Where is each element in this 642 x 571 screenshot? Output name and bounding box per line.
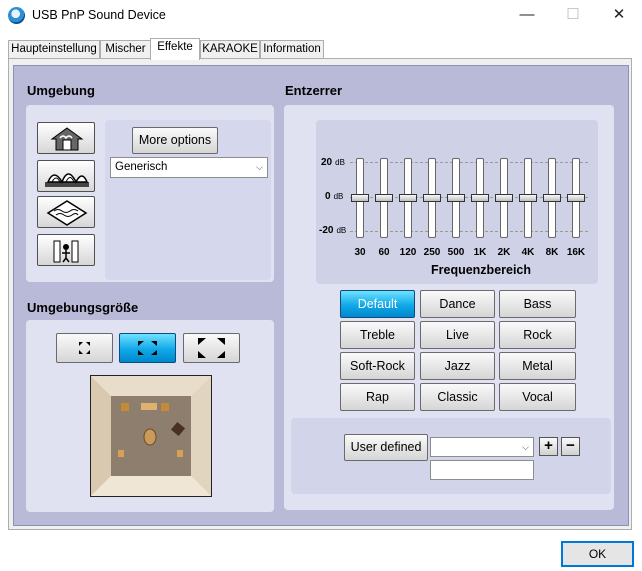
eq-slider-4K[interactable] [519, 158, 537, 238]
slider-thumb[interactable] [423, 194, 441, 202]
preset-name-field[interactable] [430, 460, 534, 480]
tab-karaoke[interactable]: KARAOKE [200, 40, 260, 59]
preset-treble-button[interactable]: Treble [340, 321, 415, 349]
slider-thumb[interactable] [567, 194, 585, 202]
room-size-medium-button[interactable] [119, 333, 176, 363]
slider-thumb[interactable] [543, 194, 561, 202]
arrows-inward-small-icon [79, 342, 90, 354]
eq-slider-250[interactable] [423, 158, 441, 238]
preset-rap-button[interactable]: Rap [340, 383, 415, 411]
preset-classic-button[interactable]: Classic [420, 383, 495, 411]
minimize-button[interactable]: — [504, 0, 550, 30]
eq-slider-500[interactable] [447, 158, 465, 238]
preset-soft-rock-button[interactable]: Soft-Rock [340, 352, 415, 380]
equalizer-title: Entzerrer [285, 83, 343, 98]
db-max-label: 20 dB [321, 157, 345, 168]
room-size-large-button[interactable] [183, 333, 240, 363]
ok-button[interactable]: OK [561, 541, 634, 567]
chevron-down-icon: ⌵ [256, 162, 263, 172]
slider-thumb[interactable] [375, 194, 393, 202]
preset-dance-button[interactable]: Dance [420, 290, 495, 318]
arrows-inward-medium-icon [138, 341, 157, 355]
user-defined-button[interactable]: User defined [344, 434, 428, 461]
arrows-inward-large-icon [198, 338, 225, 358]
tab-effekte[interactable]: Effekte [150, 38, 200, 60]
close-button[interactable]: ✕ [596, 0, 642, 30]
maximize-button[interactable]: ☐ [550, 0, 596, 30]
room-preview [90, 375, 212, 497]
room-size-small-button[interactable] [56, 333, 113, 363]
env-concert-hall-button[interactable] [37, 160, 95, 192]
eq-slider-30[interactable] [351, 158, 369, 238]
slider-thumb[interactable] [447, 194, 465, 202]
remove-preset-button[interactable]: − [561, 437, 580, 456]
add-preset-button[interactable]: + [539, 437, 558, 456]
environment-size-title: Umgebungsgröße [27, 300, 139, 315]
slider-thumb[interactable] [519, 194, 537, 202]
more-options-button[interactable]: More options [132, 127, 218, 154]
freq-label-16K: 16K [566, 247, 586, 258]
eq-slider-120[interactable] [399, 158, 417, 238]
db-min-label: -20 dB [319, 225, 347, 236]
house-icon [50, 127, 84, 151]
eq-slider-16K[interactable] [567, 158, 585, 238]
slider-thumb[interactable] [351, 194, 369, 202]
env-house-button[interactable] [37, 122, 95, 154]
slider-thumb[interactable] [495, 194, 513, 202]
room-preview-icon [91, 376, 211, 496]
db-zero-label: 0 dB [325, 191, 344, 202]
chevron-down-icon: ⌵ [522, 442, 529, 452]
speaker-app-icon [8, 7, 25, 24]
title-bar: USB PnP Sound Device — ☐ ✕ [0, 0, 642, 32]
preset-rock-button[interactable]: Rock [499, 321, 576, 349]
tab-haupteinstellung[interactable]: Haupteinstellung [8, 40, 100, 59]
sewer-pipe-icon [53, 240, 79, 263]
eq-slider-1K[interactable] [471, 158, 489, 238]
concert-hall-icon [45, 173, 89, 187]
window-title: USB PnP Sound Device [32, 8, 166, 22]
preset-metal-button[interactable]: Metal [499, 352, 576, 380]
eq-slider-2K[interactable] [495, 158, 513, 238]
eq-slider-60[interactable] [375, 158, 393, 238]
slider-thumb[interactable] [471, 194, 489, 202]
env-underwater-button[interactable] [37, 196, 95, 228]
tab-information[interactable]: Information [260, 40, 324, 59]
environment-preset-value: Generisch [115, 161, 168, 173]
preset-bass-button[interactable]: Bass [499, 290, 576, 318]
underwater-icon [46, 200, 88, 226]
user-preset-select[interactable]: ⌵ [430, 437, 534, 457]
preset-jazz-button[interactable]: Jazz [420, 352, 495, 380]
preset-vocal-button[interactable]: Vocal [499, 383, 576, 411]
preset-live-button[interactable]: Live [420, 321, 495, 349]
environment-preset-select[interactable]: Generisch ⌵ [110, 157, 268, 178]
env-sewer-pipe-button[interactable] [37, 234, 95, 266]
eq-slider-8K[interactable] [543, 158, 561, 238]
environment-title: Umgebung [27, 83, 95, 98]
slider-thumb[interactable] [399, 194, 417, 202]
preset-default-button[interactable]: Default [340, 290, 415, 318]
frequency-axis-label: Frequenzbereich [431, 263, 532, 277]
tab-mischer[interactable]: Mischer [100, 40, 151, 59]
